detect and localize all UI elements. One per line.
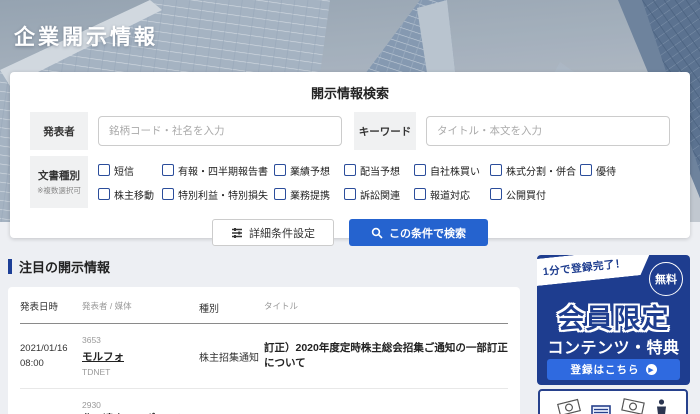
doc-type-option[interactable]: 有報・四半期報告書 — [162, 163, 274, 178]
doc-type-option-label: 特別利益・特別損失 — [178, 187, 268, 202]
search-button[interactable]: この条件で検索 — [349, 219, 488, 246]
column-header-type: 種別 — [199, 300, 264, 315]
doc-type-checkbox[interactable] — [414, 164, 426, 176]
doc-type-option[interactable]: 自社株買い — [414, 163, 490, 178]
doc-type-option[interactable]: 業務提携 — [274, 187, 344, 202]
doc-type-option-label: 短信 — [114, 163, 134, 178]
doc-type-option-label: 自社株買い — [430, 163, 480, 178]
search-form: 発表者 キーワード 文書種別 ※複数選択可 短信 有報・四半期報告書 業績予想 配当予… — [30, 112, 670, 208]
doc-type-option[interactable]: 優待 — [580, 163, 634, 178]
table-row: 2021/01/1419:002930北の達人コーポレーションTDNET英文No… — [20, 389, 508, 414]
banner-subheadline: コンテンツ・特典 — [537, 334, 690, 358]
doc-type-option-label: 業務提携 — [290, 187, 330, 202]
banknote-icon — [621, 398, 645, 414]
featured-table: 発表日時 発表者 / 媒体 種別 タイトル 2021/01/1608:00365… — [8, 287, 520, 414]
table-header-row: 発表日時 発表者 / 媒体 種別 タイトル — [20, 293, 508, 324]
row-publisher: 3653 モルフォTDNET — [82, 334, 199, 378]
banknote-icon — [557, 399, 581, 414]
doc-type-checkbox[interactable] — [344, 188, 356, 200]
doc-type-checkbox[interactable] — [98, 188, 110, 200]
doc-type-option[interactable]: 公開買付 — [490, 187, 580, 202]
stock-code: 3653 — [82, 334, 193, 347]
column-header-publisher: 発表者 / 媒体 — [82, 300, 199, 315]
stock-code: 2930 — [82, 399, 193, 412]
search-actions: 詳細条件設定 この条件で検索 — [10, 219, 690, 246]
company-link[interactable]: モルフォ — [82, 350, 124, 366]
doc-type-checkbox[interactable] — [490, 164, 502, 176]
doc-type-note: ※複数選択可 — [37, 185, 81, 196]
search-button-label: この条件で検索 — [389, 225, 466, 241]
doc-type-option-label: 優待 — [596, 163, 616, 178]
row-type: 株主招集通知 — [199, 349, 264, 364]
sparkle-icon — [634, 258, 648, 277]
monitor-icon — [591, 405, 611, 414]
doc-type-option-label: 株式分割・併合 — [506, 163, 576, 178]
doc-type-option[interactable]: 短信 — [98, 163, 162, 178]
doc-type-option-label: 訴訟関連 — [360, 187, 400, 202]
doc-type-option[interactable]: 業績予想 — [274, 163, 344, 178]
search-panel: 開示情報検索 発表者 キーワード 文書種別 ※複数選択可 短信 有報・四半期報告書… — [10, 72, 690, 238]
membership-banner[interactable]: 1分で登録完了！ 無料 会員限定 コンテンツ・特典 登録はこちら ▶ — [537, 255, 690, 385]
keyword-input[interactable] — [426, 116, 670, 146]
doc-type-checkbox[interactable] — [162, 188, 174, 200]
doc-type-option[interactable]: 報道対応 — [414, 187, 490, 202]
doc-type-option[interactable]: 株主移動 — [98, 187, 162, 202]
person-icon — [655, 399, 668, 414]
section-title-bar — [8, 259, 12, 274]
search-panel-title: 開示情報検索 — [10, 83, 690, 102]
doc-type-label: 文書種別 ※複数選択可 — [30, 156, 88, 208]
featured-section-title: 注目の開示情報 — [8, 257, 520, 276]
table-row: 2021/01/1608:003653 モルフォTDNET 株主招集通知訂正）202… — [20, 324, 508, 389]
doc-type-checkbox[interactable] — [490, 188, 502, 200]
tune-icon — [231, 227, 243, 239]
publisher-input[interactable] — [98, 116, 342, 146]
row-publisher: 2930北の達人コーポレーションTDNET — [82, 399, 199, 414]
table-body: 2021/01/1608:003653 モルフォTDNET 株主招集通知訂正）202… — [20, 324, 508, 414]
doc-type-option[interactable]: 訴訟関連 — [344, 187, 414, 202]
doc-type-checkbox[interactable] — [274, 164, 286, 176]
doc-type-option-label: 配当予想 — [360, 163, 400, 178]
advanced-settings-button[interactable]: 詳細条件設定 — [212, 219, 334, 246]
banner-headline: 会員限定 — [537, 297, 690, 336]
register-button[interactable]: 登録はこちら ▶ — [547, 359, 680, 380]
doc-type-option-label: 株主移動 — [114, 187, 154, 202]
doc-type-label-text: 文書種別 — [38, 168, 80, 183]
column-header-datetime: 発表日時 — [20, 300, 82, 315]
doc-type-option[interactable]: 配当予想 — [344, 163, 414, 178]
page-title: 企業開示情報 — [14, 21, 158, 51]
arrow-circle-icon: ▶ — [646, 364, 657, 375]
register-button-label: 登録はこちら — [571, 362, 640, 377]
row-datetime: 2021/01/1608:00 — [20, 341, 82, 371]
keyword-label: キーワード — [354, 112, 416, 150]
doc-type-checkbox[interactable] — [414, 188, 426, 200]
doc-type-checkbox[interactable] — [344, 164, 356, 176]
featured-section: 注目の開示情報 発表日時 発表者 / 媒体 種別 タイトル 2021/01/16… — [8, 257, 520, 414]
doc-type-option-label: 業績予想 — [290, 163, 330, 178]
doc-type-option-label: 報道対応 — [430, 187, 470, 202]
column-header-title: タイトル — [264, 300, 508, 315]
promo-card-partial[interactable] — [538, 389, 688, 414]
media-label: TDNET — [82, 366, 193, 379]
doc-type-checkbox[interactable] — [98, 164, 110, 176]
advanced-settings-label: 詳細条件設定 — [249, 225, 315, 241]
search-icon — [371, 227, 383, 239]
doc-type-checkbox[interactable] — [580, 164, 592, 176]
free-badge: 無料 — [649, 262, 683, 296]
doc-type-checkbox[interactable] — [162, 164, 174, 176]
disclosure-title-link[interactable]: 訂正）2020年度定時株主総会招集ご通知の一部訂正について — [264, 341, 508, 373]
doc-type-option[interactable]: 特別利益・特別損失 — [162, 187, 274, 202]
doc-type-option-label: 有報・四半期報告書 — [178, 163, 268, 178]
doc-type-checkbox[interactable] — [274, 188, 286, 200]
publisher-label: 発表者 — [30, 112, 88, 150]
doc-type-option-label: 公開買付 — [506, 187, 546, 202]
featured-title-text: 注目の開示情報 — [19, 257, 110, 276]
doc-type-checkbox-group: 短信 有報・四半期報告書 業績予想 配当予想 自社株買い 株式分割・併合 優待株主移動 特別利… — [98, 156, 670, 208]
doc-type-option[interactable]: 株式分割・併合 — [490, 163, 580, 178]
